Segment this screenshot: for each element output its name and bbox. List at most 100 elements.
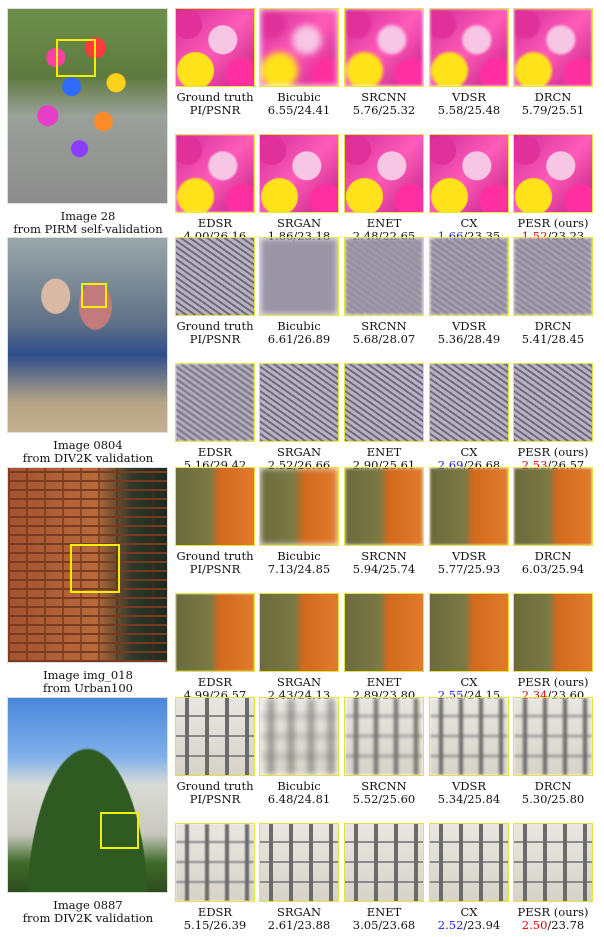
- crop-caption: SRCNN 5.94/25.74: [339, 550, 429, 576]
- score: 5.30/25.80: [521, 792, 585, 806]
- score: 5.36/28.49: [437, 332, 501, 346]
- score: 6.48/24.81: [267, 792, 331, 806]
- psnr-value: /23.94: [463, 918, 501, 932]
- crop-texture: [430, 698, 508, 775]
- image-caption: Image 28 from PIRM self-validation: [0, 210, 176, 236]
- score: 6.61/26.89: [267, 332, 331, 346]
- score: PI/PSNR: [189, 332, 241, 346]
- crop-caption: CX 2.52/23.94: [424, 906, 514, 932]
- crop-texture: [260, 9, 338, 86]
- crop-texture: [260, 468, 338, 545]
- crop-caption: DRCN 5.41/28.45: [508, 320, 598, 346]
- crop-patch: [513, 134, 593, 213]
- crop-patch: [513, 237, 593, 316]
- crop-texture: [260, 698, 338, 775]
- crop-texture: [514, 238, 592, 315]
- psnr-value: /23.78: [547, 918, 585, 932]
- score: 6.55/24.41: [267, 103, 331, 117]
- crop-patch: [259, 134, 339, 213]
- crop-texture: [514, 824, 592, 901]
- crop-patch: [513, 467, 593, 546]
- score: 5.68/28.07: [352, 332, 416, 346]
- crop-caption: DRCN 5.30/25.80: [508, 780, 598, 806]
- crop-texture: [430, 824, 508, 901]
- score: 2.52/23.94: [424, 919, 514, 932]
- crop-caption: Bicubic 6.61/26.89: [254, 320, 344, 346]
- crop-patch: [344, 697, 424, 776]
- crop-patch: [344, 237, 424, 316]
- crop-patch: [429, 467, 509, 546]
- crop-patch: [429, 134, 509, 213]
- crop-texture: [260, 364, 338, 441]
- score: 5.52/25.60: [352, 792, 416, 806]
- crop-caption: Bicubic 6.55/24.41: [254, 91, 344, 117]
- crop-patch: [175, 363, 255, 442]
- crop-patch: [513, 363, 593, 442]
- crop-patch: [259, 823, 339, 902]
- example-block: Image 28 from PIRM self-validation Ground …: [0, 8, 604, 243]
- image-source: from DIV2K validation: [22, 451, 154, 465]
- crop-texture: [430, 9, 508, 86]
- crop-patch: [175, 593, 255, 672]
- score: 5.41/28.45: [521, 332, 585, 346]
- score: 5.15/26.39: [170, 919, 260, 932]
- crop-patch: [175, 697, 255, 776]
- crop-caption: Ground truth PI/PSNR: [170, 780, 260, 806]
- roi-box: [81, 283, 107, 308]
- crop-caption: Bicubic 6.48/24.81: [254, 780, 344, 806]
- crop-texture: [176, 594, 254, 671]
- crop-patch: [429, 8, 509, 87]
- psnr-value: /23.88: [293, 918, 331, 932]
- roi-box: [70, 544, 120, 593]
- score: 6.03/25.94: [521, 562, 585, 576]
- pi-value: 2.52: [437, 918, 464, 932]
- crop-texture: [430, 238, 508, 315]
- score: PI/PSNR: [189, 103, 241, 117]
- crop-texture: [260, 238, 338, 315]
- crop-caption: Bicubic 7.13/24.85: [254, 550, 344, 576]
- crop-patch: [429, 593, 509, 672]
- crop-texture: [514, 698, 592, 775]
- crop-texture: [345, 824, 423, 901]
- crop-caption: VDSR 5.77/25.93: [424, 550, 514, 576]
- crop-caption: SRCNN 5.52/25.60: [339, 780, 429, 806]
- roi-box: [100, 812, 139, 849]
- crop-caption: Ground truth PI/PSNR: [170, 91, 260, 117]
- crop-texture: [345, 9, 423, 86]
- crop-texture: [345, 364, 423, 441]
- score: 5.76/25.32: [352, 103, 416, 117]
- crop-patch: [513, 8, 593, 87]
- crop-texture: [514, 9, 592, 86]
- crop-patch: [429, 697, 509, 776]
- crop-texture: [345, 238, 423, 315]
- crop-caption: VDSR 5.34/25.84: [424, 780, 514, 806]
- crop-caption: SRGAN 2.61/23.88: [254, 906, 344, 932]
- crop-texture: [176, 364, 254, 441]
- crop-patch: [259, 8, 339, 87]
- crop-texture: [176, 9, 254, 86]
- crop-patch: [175, 237, 255, 316]
- score: 2.61/23.88: [254, 919, 344, 932]
- image-source: from PIRM self-validation: [13, 222, 163, 236]
- crop-texture: [260, 594, 338, 671]
- crop-patch: [259, 467, 339, 546]
- pi-value: 5.15: [183, 918, 210, 932]
- example-block: Image 0804 from DIV2K validation Ground tr…: [0, 237, 604, 472]
- crop-patch: [513, 593, 593, 672]
- score: PI/PSNR: [189, 562, 241, 576]
- crop-texture: [176, 135, 254, 212]
- crop-patch: [175, 823, 255, 902]
- psnr-value: /26.39: [209, 918, 247, 932]
- full-image: [7, 8, 168, 204]
- pi-value: 2.50: [521, 918, 548, 932]
- crop-texture: [430, 594, 508, 671]
- crop-patch: [259, 697, 339, 776]
- score: 5.34/25.84: [437, 792, 501, 806]
- crop-texture: [260, 824, 338, 901]
- crop-patch: [344, 134, 424, 213]
- image-source: from Urban100: [42, 681, 133, 695]
- crop-texture: [514, 468, 592, 545]
- example-block: Image img_018 from Urban100 Ground truth PI…: [0, 467, 604, 702]
- crop-caption: DRCN 5.79/25.51: [508, 91, 598, 117]
- crop-caption: VDSR 5.58/25.48: [424, 91, 514, 117]
